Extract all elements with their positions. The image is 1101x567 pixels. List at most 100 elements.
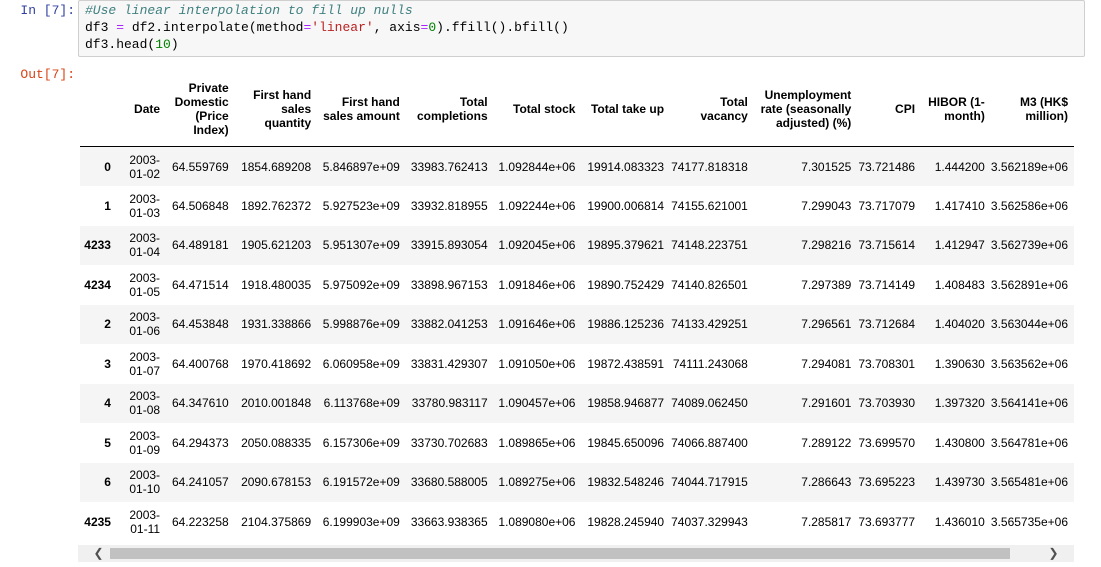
table-cell: 2050.088335 [241, 435, 312, 450]
table-cell: 19845.650096 [587, 435, 665, 450]
table-row: 4 2003- 01-08 64.347610 2010.001848 6.113768e… [80, 383, 1074, 423]
table-cell: 19858.946877 [587, 396, 665, 411]
column-header-label: Total vacancy [700, 95, 748, 123]
code-token: ) [170, 37, 179, 52]
row-index: 4235 [84, 514, 111, 529]
column-header-label: First hand sales amount [323, 95, 400, 123]
table-cell: 64.294373 [171, 435, 229, 450]
table-cell: 1.091050e+06 [498, 356, 576, 371]
code-token: , axis [373, 20, 421, 35]
table-cell: 1.436010 [934, 514, 985, 529]
table-cell: 5.998876e+09 [322, 317, 400, 332]
table-cell: 73.717079 [858, 198, 916, 213]
left-arrow-icon[interactable]: ❮ [90, 545, 107, 562]
dataframe-output: Date Private Domestic (Price Index) First … [80, 72, 1074, 542]
column-header: Unemployment rate (seasonally adjusted) … [754, 72, 857, 147]
table-cell: 7.298216 [801, 238, 852, 253]
column-header-label: First hand sales quantity [253, 88, 312, 130]
column-header: CPI [857, 72, 921, 147]
table-cell: 19886.125236 [587, 317, 665, 332]
table-cell: 74037.329943 [671, 514, 748, 529]
code-token: ).ffill().bfill() [436, 20, 569, 35]
table-row: 4234 2003- 01-05 64.471514 1918.480035 5.9750… [80, 265, 1074, 305]
table-cell: 2010.001848 [241, 396, 312, 411]
table-cell: 3.563044e+06 [990, 317, 1068, 332]
date-cell: 2003- 01-10 [129, 468, 161, 497]
table-cell: 73.693777 [858, 514, 916, 529]
column-header-label: Unemployment rate (seasonally adjusted) … [760, 88, 852, 130]
table-cell: 1.089865e+06 [498, 435, 576, 450]
table-row: 6 2003- 01-10 64.241057 2090.678153 6.191572e… [80, 462, 1074, 502]
scrollbar-thumb[interactable] [110, 548, 1010, 559]
row-index: 1 [104, 198, 111, 213]
column-header-label: Private Domestic (Price Index) [174, 81, 229, 137]
table-cell: 7.296561 [801, 317, 852, 332]
table-cell: 5.846897e+09 [322, 159, 400, 174]
column-header-label: Total stock [513, 102, 576, 116]
code-token: df2.interpolate(method [124, 20, 304, 35]
column-header-label: HIBOR (1-month) [928, 95, 985, 123]
table-cell: 33663.938365 [410, 514, 488, 529]
right-arrow-icon[interactable]: ❯ [1045, 545, 1062, 562]
code-input-area[interactable]: #Use linear interpolation to fill up nul… [78, 0, 1085, 57]
code-editor[interactable]: #Use linear interpolation to fill up nul… [85, 2, 569, 53]
table-cell: 1.404020 [934, 317, 985, 332]
column-header: First hand sales quantity [235, 72, 317, 147]
table-cell: 33730.702683 [410, 435, 488, 450]
table-cell: 2104.375869 [241, 514, 312, 529]
row-index: 3 [104, 356, 111, 371]
code-line: #Use linear interpolation to fill up nul… [85, 2, 569, 19]
input-prompt: In [7]: [20, 3, 75, 18]
table-cell: 73.712684 [858, 317, 916, 332]
table-cell: 7.297389 [801, 277, 852, 292]
table-cell: 73.699570 [858, 435, 916, 450]
table-cell: 19828.245940 [587, 514, 665, 529]
code-token: 10 [155, 37, 171, 52]
table-cell: 73.714149 [858, 277, 916, 292]
column-header: HIBOR (1-month) [921, 72, 991, 147]
table-cell: 64.559769 [171, 159, 229, 174]
table-cell: 64.489181 [171, 238, 229, 253]
row-index: 4 [104, 396, 111, 411]
column-header-label: Date [134, 102, 161, 116]
column-header: Total vacancy [670, 72, 754, 147]
table-cell: 7.291601 [801, 396, 852, 411]
table-cell: 1.092244e+06 [498, 198, 576, 213]
date-cell: 2003- 01-09 [129, 428, 161, 457]
table-cell: 74111.243068 [672, 356, 748, 371]
table-cell: 74155.621001 [671, 198, 748, 213]
column-header-label: Total completions [416, 95, 488, 123]
row-index: 4234 [84, 277, 111, 292]
table-row: 3 2003- 01-07 64.400768 1970.418692 6.060958e… [80, 344, 1074, 384]
code-token: #Use linear interpolation to fill up nul… [85, 3, 413, 18]
table-cell: 1.390630 [934, 356, 985, 371]
date-cell: 2003- 01-04 [129, 231, 161, 260]
table-cell: 6.060958e+09 [322, 356, 400, 371]
date-cell: 2003- 01-06 [129, 310, 161, 339]
table-row: 4233 2003- 01-04 64.489181 1905.621203 5.9513… [80, 225, 1074, 265]
table-cell: 1.408483 [934, 277, 985, 292]
table-cell: 1892.762372 [241, 198, 312, 213]
table-cell: 1.089080e+06 [498, 514, 576, 529]
table-cell: 3.564141e+06 [990, 396, 1068, 411]
table-cell: 33898.967153 [410, 277, 488, 292]
table-cell: 6.199903e+09 [322, 514, 400, 529]
table-cell: 64.241057 [171, 475, 229, 490]
horizontal-scrollbar[interactable]: ❮ ❯ [78, 545, 1074, 562]
column-header-label: Total take up [590, 102, 665, 116]
table-cell: 33882.041253 [410, 317, 488, 332]
table-cell: 64.506848 [171, 198, 229, 213]
table-cell: 73.703930 [858, 396, 916, 411]
date-cell: 2003- 01-05 [129, 270, 161, 299]
table-cell: 1.397320 [934, 396, 985, 411]
column-header: M3 (HK$ million) [991, 72, 1074, 147]
table-cell: 6.191572e+09 [322, 475, 400, 490]
table-cell: 1854.689208 [241, 159, 312, 174]
column-header-label: CPI [895, 102, 916, 116]
table-cell: 74066.887400 [671, 435, 748, 450]
column-header: Private Domestic (Price Index) [166, 72, 235, 147]
table-row: 1 2003- 01-03 64.506848 1892.762372 5.927523e… [80, 186, 1074, 226]
table-cell: 3.565735e+06 [990, 514, 1068, 529]
date-cell: 2003- 01-08 [129, 389, 161, 418]
table-cell: 19914.083323 [587, 159, 665, 174]
